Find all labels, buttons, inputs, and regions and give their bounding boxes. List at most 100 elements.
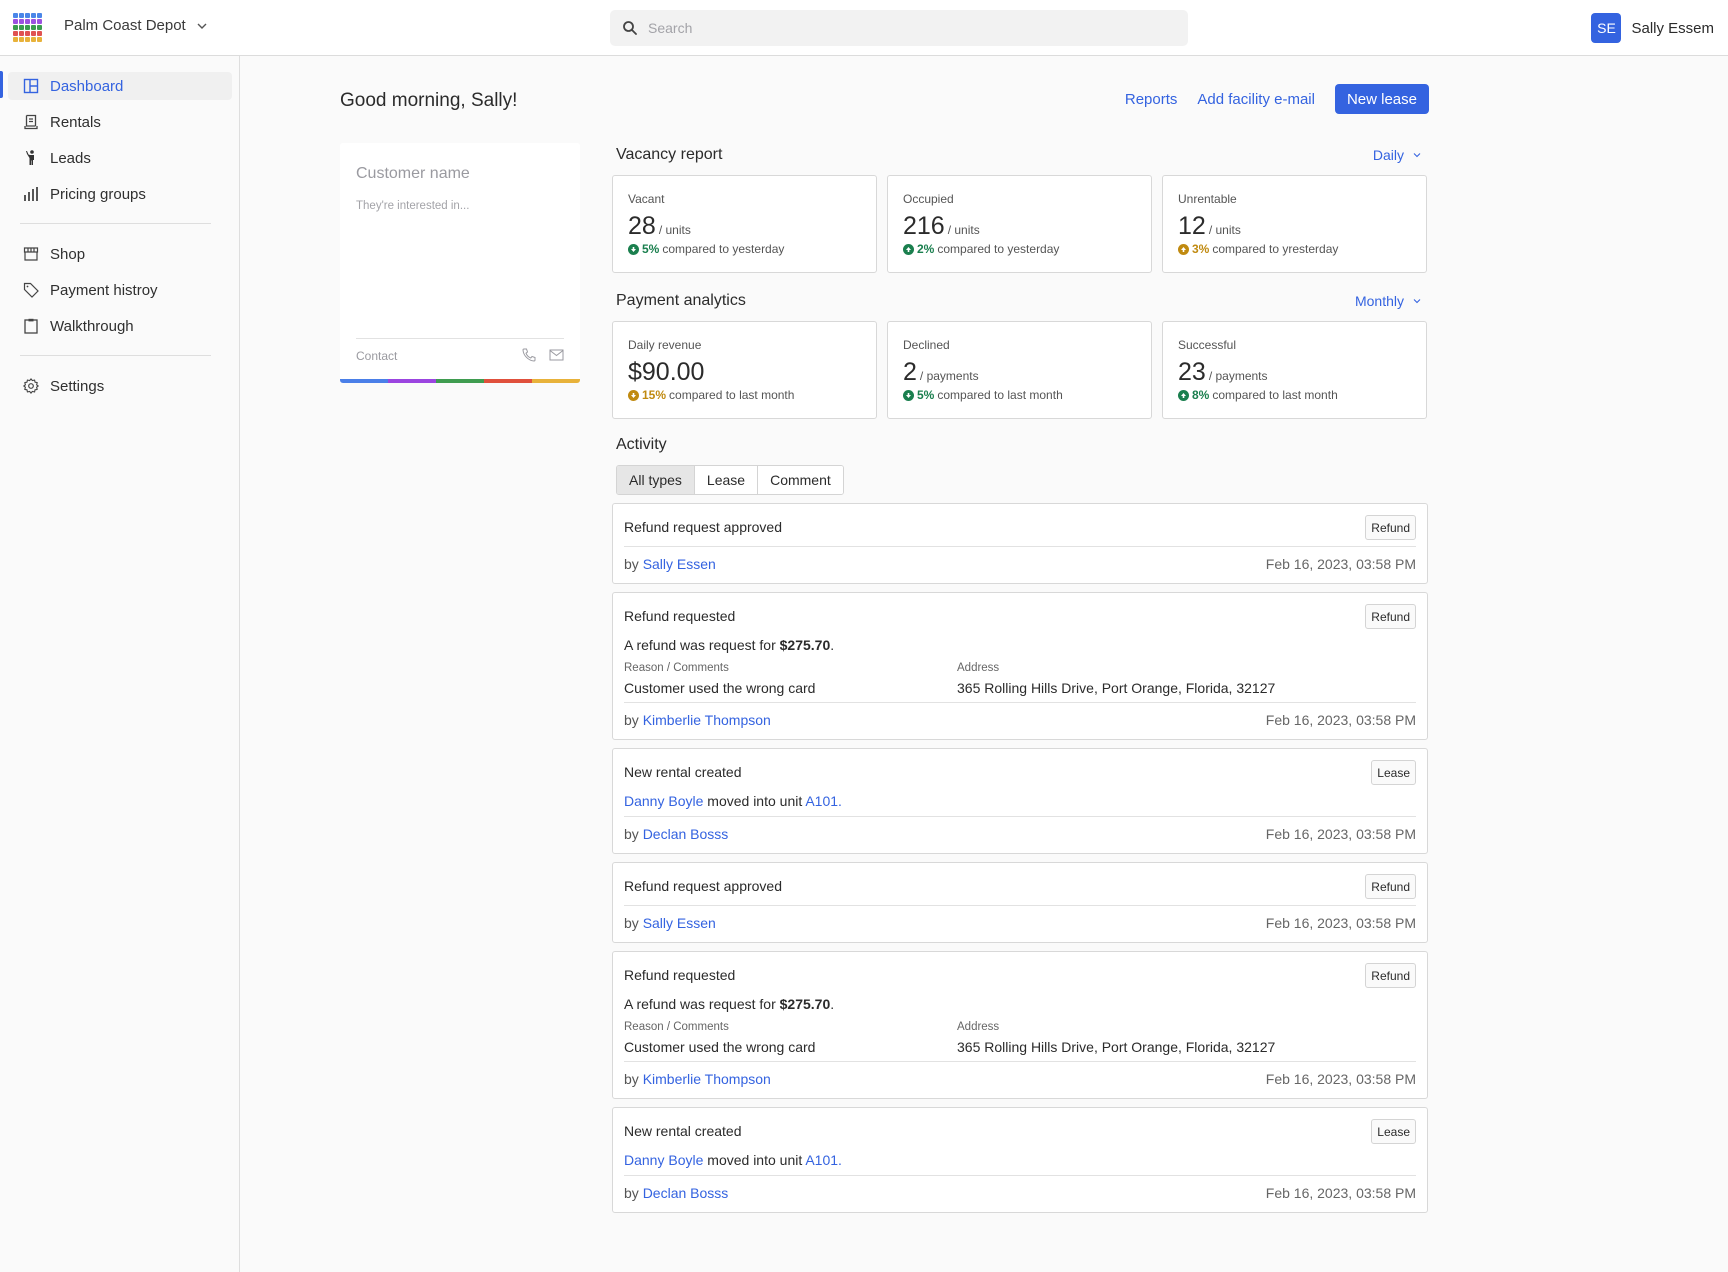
stat-value: 2/ payments	[903, 358, 979, 387]
activity-type-tag[interactable]: Lease	[1371, 760, 1416, 785]
filter-lease[interactable]: Lease	[694, 466, 759, 494]
author-link[interactable]: Sally Essen	[643, 556, 716, 572]
color-segment	[484, 379, 532, 383]
grid-dot	[31, 37, 36, 42]
sidebar-item-rentals[interactable]: Rentals	[8, 108, 232, 136]
chevron-down-icon	[1413, 299, 1421, 304]
by-prefix: by	[624, 826, 639, 842]
grid-dot	[25, 25, 30, 30]
sidebar-item-pricing-groups[interactable]: Pricing groups	[8, 180, 232, 208]
grid-dot	[25, 37, 30, 42]
reason-label: Reason / Comments	[624, 1021, 729, 1033]
trend-percent: 5%	[917, 388, 935, 402]
sidebar-item-settings[interactable]: Settings	[8, 372, 232, 400]
customer-interest-input[interactable]	[356, 200, 564, 212]
activity-filter-group: All types Lease Comment	[616, 465, 844, 495]
author-link[interactable]: Declan Bosss	[643, 1185, 729, 1201]
search-input[interactable]	[648, 20, 1168, 36]
vacancy-period-dropdown[interactable]: Daily	[1373, 147, 1422, 163]
refund-text: A refund was request for	[624, 996, 780, 1012]
grid-dot	[13, 19, 18, 24]
trend-comparison: compared to last month	[669, 388, 795, 402]
reports-link[interactable]: Reports	[1125, 91, 1178, 108]
user-name: Sally Essem	[1631, 19, 1714, 37]
sidebar: Dashboard Rentals Leads Pricing groups S…	[0, 56, 240, 1272]
activity-type-tag[interactable]: Refund	[1365, 963, 1416, 988]
phone-icon[interactable]	[521, 347, 537, 363]
author-link[interactable]: Kimberlie Thompson	[643, 712, 771, 728]
refund-amount: $275.70	[779, 637, 831, 653]
avatar: SE	[1591, 13, 1622, 43]
author-link[interactable]: Sally Essen	[643, 915, 716, 931]
activity-item: New rental created Lease Danny Boyle moved…	[612, 1107, 1428, 1213]
sidebar-item-walkthrough[interactable]: Walkthrough	[8, 312, 232, 340]
unit-link[interactable]: A101.	[805, 793, 842, 809]
stat-value: 28/ units	[628, 212, 691, 241]
payments-period-dropdown[interactable]: Monthly	[1355, 293, 1422, 309]
activity-title: Refund requested	[624, 967, 736, 983]
filter-all-types[interactable]: All types	[617, 466, 695, 494]
activity-timestamp: Feb 16, 2023, 03:58 PM	[1265, 915, 1416, 931]
activity-type-tag[interactable]: Refund	[1365, 515, 1416, 540]
by-prefix: by	[624, 915, 639, 931]
stat-label: Daily revenue	[628, 338, 702, 352]
sidebar-item-label: Pricing groups	[50, 185, 146, 203]
activity-divider	[624, 546, 1416, 547]
trend-percent: 15%	[642, 388, 667, 402]
reason-value: Customer used the wrong card	[624, 1039, 816, 1055]
sidebar-item-label: Rentals	[50, 113, 101, 131]
trend-percent: 2%	[917, 242, 935, 256]
activity-type-tag[interactable]: Lease	[1371, 1119, 1416, 1144]
mail-icon[interactable]	[549, 348, 564, 362]
stat-label: Unrentable	[1178, 192, 1237, 206]
stat-trend: 5% compared to yesterday	[628, 242, 784, 256]
apps-grid-icon[interactable]	[13, 13, 43, 42]
activity-type-tag[interactable]: Refund	[1365, 604, 1416, 629]
sidebar-item-label: Walkthrough	[50, 317, 134, 335]
stat-label: Occupied	[903, 192, 954, 206]
activity-title: Refund requested	[624, 608, 736, 624]
sidebar-item-label: Shop	[50, 245, 86, 263]
sidebar-item-leads[interactable]: Leads	[8, 144, 232, 172]
activity-divider	[624, 1175, 1416, 1176]
vacancy-report-title: Vacancy report	[616, 146, 723, 163]
sidebar-item-payment-history[interactable]: Payment histroy	[8, 276, 232, 304]
stat-value: $90.00	[628, 358, 704, 387]
sidebar-item-dashboard[interactable]: Dashboard	[8, 72, 232, 100]
grid-dot	[37, 13, 42, 18]
sidebar-item-shop[interactable]: Shop	[8, 240, 232, 268]
layout-icon	[23, 78, 39, 94]
activity-author: by Sally Essen	[624, 915, 716, 931]
author-link[interactable]: Declan Bosss	[643, 826, 729, 842]
page-title: Good morning, Sally!	[340, 90, 518, 111]
user-menu[interactable]: SE Sally Essem	[1591, 13, 1714, 43]
grid-dot	[25, 13, 30, 18]
grid-dot	[13, 31, 18, 36]
customer-name-input[interactable]	[356, 165, 564, 183]
grid-dot	[31, 31, 36, 36]
unit-link[interactable]: A101.	[805, 1152, 842, 1168]
address-value: 365 Rolling Hills Drive, Port Orange, Fl…	[957, 1039, 1276, 1055]
add-facility-email-link[interactable]: Add facility e-mail	[1197, 91, 1315, 108]
stat-card-vacant: Vacant 28/ units 5% compared to yesterday	[612, 175, 877, 273]
moved-text: moved into unit	[703, 1152, 806, 1168]
grid-dot	[19, 19, 24, 24]
filter-comment[interactable]: Comment	[758, 466, 843, 494]
activity-divider	[624, 702, 1416, 703]
author-link[interactable]: Kimberlie Thompson	[643, 1071, 771, 1087]
activity-item: New rental created Lease Danny Boyle moved…	[612, 748, 1428, 854]
activity-type-tag[interactable]: Refund	[1365, 874, 1416, 899]
sidebar-divider	[20, 223, 211, 224]
grid-dot	[37, 31, 42, 36]
refund-summary: A refund was request for $275.70.	[624, 637, 834, 653]
search-bar[interactable]	[610, 10, 1188, 46]
sidebar-item-label: Payment histroy	[50, 281, 158, 299]
new-lease-button[interactable]: New lease	[1334, 84, 1429, 114]
stat-trend: 8% compared to last month	[1178, 388, 1338, 402]
facility-switcher[interactable]: Palm Coast Depot	[64, 17, 208, 34]
activity-divider	[624, 816, 1416, 817]
tenant-link[interactable]: Danny Boyle	[624, 1152, 703, 1168]
activity-timestamp: Feb 16, 2023, 03:58 PM	[1265, 826, 1416, 842]
activity-timestamp: Feb 16, 2023, 03:58 PM	[1265, 556, 1416, 572]
tenant-link[interactable]: Danny Boyle	[624, 793, 703, 809]
